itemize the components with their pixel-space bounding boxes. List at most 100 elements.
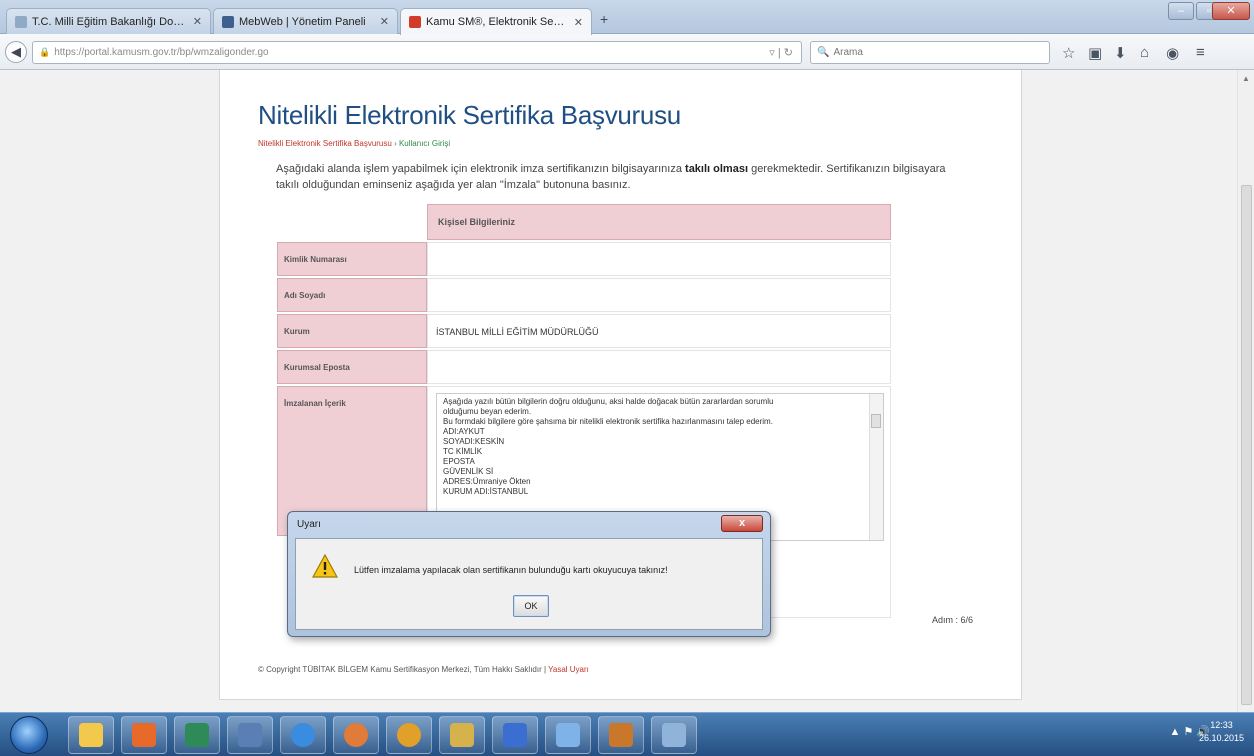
app-icon [238, 723, 262, 747]
field-label: Kimlik Numarası [277, 242, 427, 276]
taskbar-explorer[interactable] [68, 716, 114, 754]
form-row-id-number: Kimlik Numarası [277, 242, 891, 276]
taskbar-app[interactable] [651, 716, 697, 754]
form-row-email: Kurumsal Eposta [277, 350, 891, 384]
step-indicator: Adım : 6/6 [932, 615, 974, 625]
taskbar-app[interactable] [227, 716, 273, 754]
favicon-icon [15, 15, 27, 28]
content-line: TC KİMLİK [443, 447, 483, 456]
pocket-icon[interactable]: ◉ [1166, 44, 1179, 62]
new-tab-button[interactable]: + [600, 11, 608, 27]
search-box[interactable]: 🔍 [810, 41, 1050, 64]
warning-dialog: Uyarı x Lütfen imzalama yapılacak olan s… [287, 511, 771, 637]
clock-date: 26.10.2015 [1198, 733, 1244, 743]
tab-label: Kamu SM®, Elektronik Sert... [426, 16, 568, 28]
back-arrow-icon[interactable]: ◀ [5, 41, 27, 63]
field-label: Kurum [277, 314, 427, 348]
tab-label: MebWeb | Yönetim Paneli [239, 15, 366, 28]
form-row-institution: Kurum İSTANBUL MİLLİ EĞİTİM MÜDÜRLÜĞÜ [277, 314, 891, 348]
content-line: ADRES:Ümraniye Ökten [443, 477, 531, 486]
dialog-body: Lütfen imzalama yapılacak olan sertifika… [295, 538, 763, 630]
close-tab-icon[interactable]: ✕ [380, 15, 389, 28]
tab-label: T.C. Milli Eğitim Bakanlığı Dok... [32, 15, 187, 28]
field-value [427, 278, 891, 312]
taskbar-java[interactable] [598, 716, 644, 754]
java-icon [609, 723, 633, 747]
intro-pre: Aşağıdaki alanda işlem yapabilmek için e… [276, 163, 686, 175]
textarea-scroll-thumb[interactable] [871, 414, 881, 428]
tab-mebweb-panel[interactable]: MebWeb | Yönetim Paneli ✕ [213, 8, 398, 34]
taskbar-excel[interactable] [174, 716, 220, 754]
field-value: İSTANBUL MİLLİ EĞİTİM MÜDÜRLÜĞÜ [427, 314, 891, 348]
taskbar-firefox[interactable] [333, 716, 379, 754]
tab-meb-documents[interactable]: T.C. Milli Eğitim Bakanlığı Dok... ✕ [6, 8, 211, 34]
taskbar-app[interactable] [121, 716, 167, 754]
intro-bold: takılı olması [685, 163, 749, 175]
content-line: EPOSTA [443, 457, 475, 466]
dialog-message: Lütfen imzalama yapılacak olan sertifika… [354, 565, 668, 575]
firefox-icon [344, 723, 368, 747]
content-line: GÜVENLİK Sİ [443, 467, 494, 476]
minimize-button[interactable]: – [1168, 2, 1194, 20]
taskbar-chrome[interactable] [386, 716, 432, 754]
taskbar-app[interactable] [545, 716, 591, 754]
menu-icon[interactable]: ≡ [1196, 44, 1205, 61]
taskbar-app[interactable] [439, 716, 485, 754]
taskbar-app[interactable] [492, 716, 538, 754]
navigation-bar: ◀ 🔒 https://portal.kamusm.gov.tr/bp/wmza… [0, 34, 1254, 70]
favicon-icon [222, 15, 234, 28]
reading-list-icon[interactable]: ▣ [1088, 44, 1102, 62]
form-row-full-name: Adı Soyadı [277, 278, 891, 312]
app-icon [662, 723, 686, 747]
page-title: Nitelikli Elektronik Sertifika Başvurusu [258, 100, 681, 130]
breadcrumb-separator: › [394, 139, 397, 148]
warning-icon [312, 554, 338, 578]
lock-icon: 🔒 [39, 47, 51, 57]
copyright-text: © Copyright TÜBİTAK BİLGEM Kamu Sertifik… [258, 665, 549, 674]
content-line: Aşağıda yazılı bütün bilgilerin doğru ol… [443, 397, 774, 406]
window-close-button[interactable]: ✕ [1212, 2, 1250, 20]
windows-taskbar: ▲ ⚑ 🔊 12:33 26.10.2015 [0, 712, 1254, 756]
content-line: Bu formdaki bilgilere göre şahsıma bir n… [443, 417, 773, 426]
app-icon [132, 723, 156, 747]
search-input[interactable] [833, 47, 1034, 58]
download-icon[interactable]: ⬇ [1114, 44, 1127, 62]
content-line: KURUM ADI:İSTANBUL [443, 487, 529, 496]
reload-icon[interactable]: ▿ | ↻ [769, 46, 793, 59]
field-label: Adı Soyadı [277, 278, 427, 312]
home-icon[interactable]: ⌂ [1140, 44, 1149, 61]
url-text: https://portal.kamusm.gov.tr/bp/wmzaligo… [54, 47, 269, 58]
intro-text: Aşağıdaki alanda işlem yapabilmek için e… [276, 161, 966, 193]
field-value [427, 242, 891, 276]
legal-notice-link[interactable]: Yasal Uyarı [548, 665, 589, 674]
page-scrollbar[interactable]: ▲ [1237, 70, 1254, 712]
close-tab-icon[interactable]: ✕ [574, 16, 583, 29]
dialog-title: Uyarı [297, 519, 321, 530]
excel-icon [185, 723, 209, 747]
page-scroll-thumb[interactable] [1241, 185, 1252, 705]
field-value [427, 350, 891, 384]
start-button[interactable] [10, 716, 48, 754]
close-tab-icon[interactable]: ✕ [193, 15, 202, 28]
taskbar-ie[interactable] [280, 716, 326, 754]
app-icon [450, 723, 474, 747]
folder-icon [79, 723, 103, 747]
chrome-icon [397, 723, 421, 747]
form-row-signed-content: İmzalanan İçerik Aşağıda yazılı bütün bi… [277, 386, 891, 618]
taskbar-clock[interactable]: 12:33 26.10.2015 [1199, 719, 1244, 745]
ok-button[interactable]: OK [513, 595, 549, 617]
tab-kamusm-active[interactable]: Kamu SM®, Elektronik Sert... ✕ [400, 8, 592, 35]
internet-explorer-icon [291, 723, 315, 747]
favicon-icon [409, 16, 421, 28]
clock-time: 12:33 [1210, 720, 1233, 730]
url-bar[interactable]: 🔒 https://portal.kamusm.gov.tr/bp/wmzali… [32, 41, 802, 64]
page-footer: © Copyright TÜBİTAK BİLGEM Kamu Sertifik… [258, 665, 589, 674]
dialog-close-button[interactable]: x [721, 515, 763, 532]
bookmark-star-icon[interactable]: ☆ [1062, 44, 1075, 62]
section-header: Kişisel Bilgileriniz [427, 204, 891, 240]
scroll-up-icon[interactable]: ▲ [1242, 74, 1250, 83]
content-line: olduğumu beyan ederim. [443, 407, 532, 416]
search-icon: 🔍 [817, 47, 830, 58]
app-icon [503, 723, 527, 747]
breadcrumb-link[interactable]: Nitelikli Elektronik Sertifika Başvurusu [258, 139, 392, 148]
